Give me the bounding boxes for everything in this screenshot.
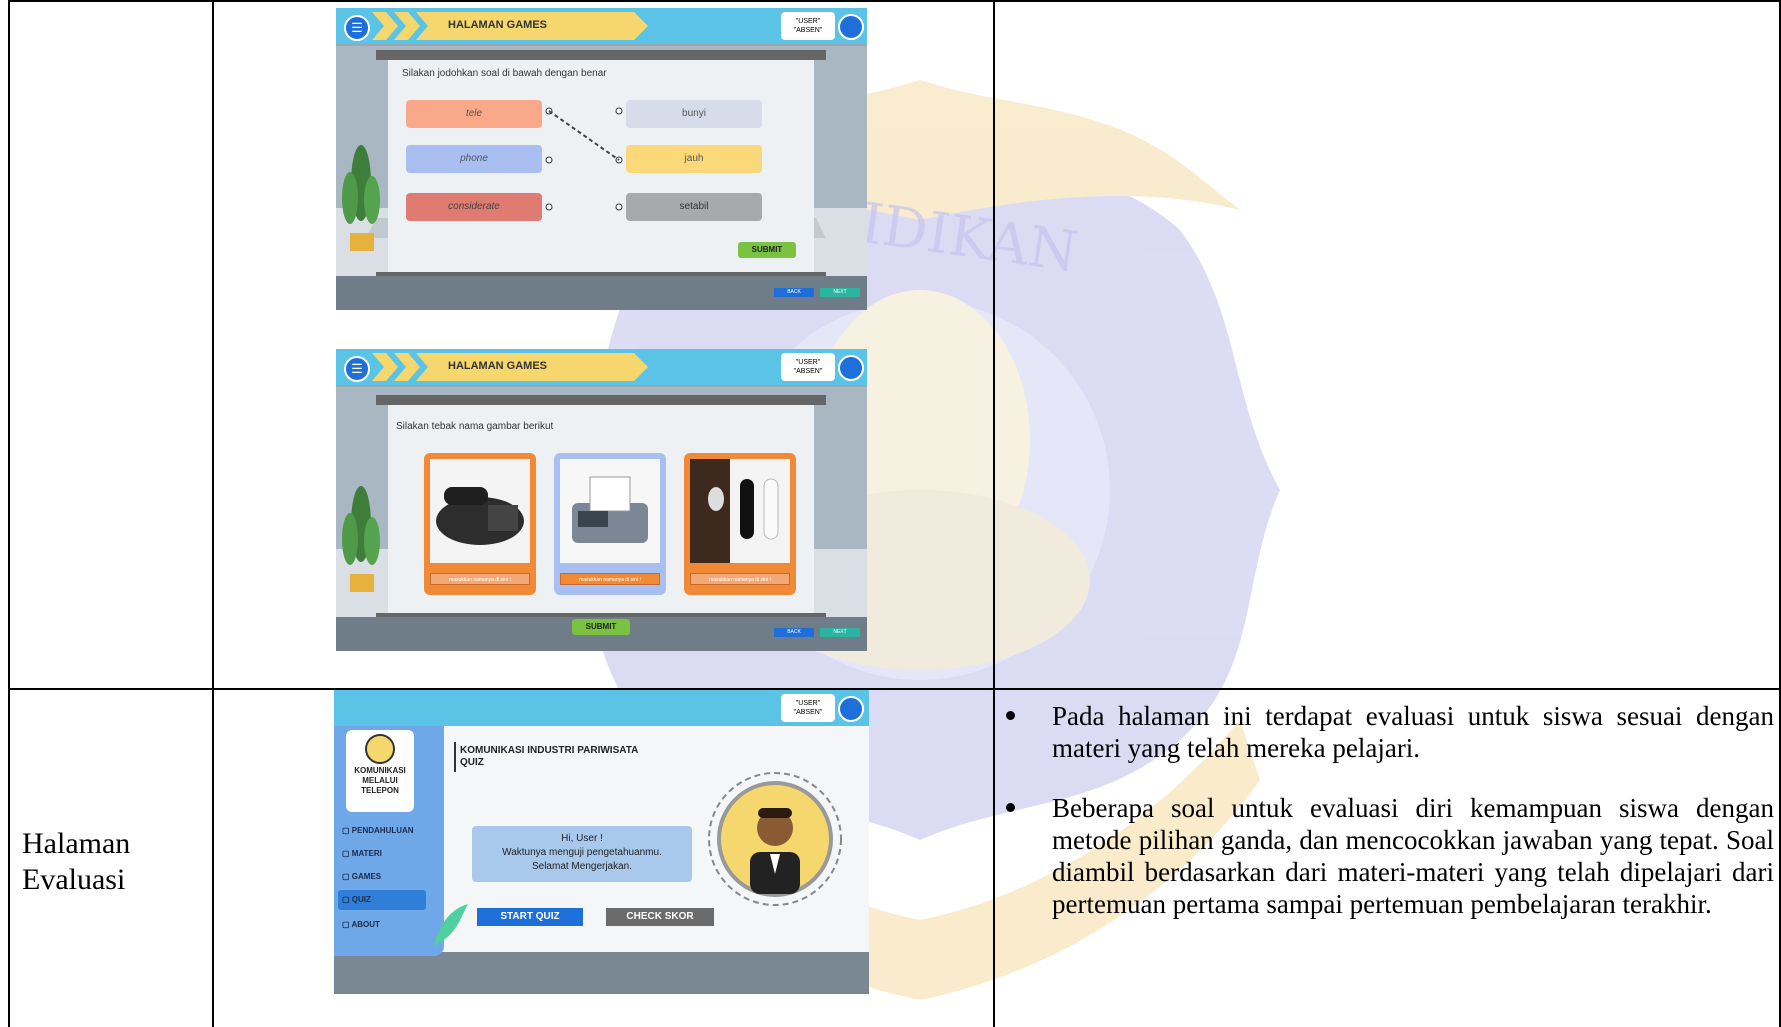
user-absen: "ABSEN" [793,709,823,716]
user-badge: "USER" "ABSEN" [781,694,835,722]
greeting-line2: Waktunya menguji pengetahuanmu. [502,847,662,858]
bullet-dot-icon [1006,803,1015,812]
row-label-line1: Halaman [22,827,131,860]
page-title-line1: KOMUNIKASI INDUSTRI PARIWISATA [460,745,639,756]
picture-card-fax: masukkan namanya di sini ! [554,453,666,595]
board-top-rail [376,395,826,405]
picture-card-desk-phone: masukkan namanya di sini ! [424,453,536,595]
next-button[interactable]: NEXT [820,628,860,637]
menu-item-quiz[interactable]: ▢ QUIZ [342,895,371,904]
user-name: "USER" [795,700,821,707]
start-quiz-button[interactable]: START QUIZ [477,908,583,926]
decorative-leaf [434,904,468,946]
menu-label: MATERI [351,849,382,858]
user-avatar-icon[interactable] [838,355,864,381]
row-label-line2: Evaluasi [22,863,126,896]
menu-icon[interactable]: ☰ [344,356,370,382]
bluetooth-headset-image [690,459,790,563]
answer-input[interactable]: masukkan namanya di sini ! [430,573,530,585]
logo-text-3: TELEPON [361,786,399,795]
answer-input[interactable]: masukkan namanya di sini ! [690,573,790,585]
games-matching-screenshot: ☰ HALAMAN GAMES "USER" "ABSEN" Silakan j… [336,8,867,310]
menu-item-pendahuluan[interactable]: ▢ PENDAHULUAN [342,826,414,835]
match-connectors [545,107,623,211]
user-avatar-icon[interactable] [838,696,864,722]
bullet-dot-icon [1006,711,1015,720]
table-border-top [8,0,1781,2]
table-divider-col2 [993,0,995,1027]
footer-bar [334,952,869,994]
board-bottom-rail [376,613,826,617]
list-item-text: Beberapa soal untuk evaluasi diri kemamp… [1052,793,1774,919]
app-logo: KOMUNIKASI MELALUI TELEPON [346,730,414,812]
menu-label: GAMES [351,872,382,881]
menu-item-materi[interactable]: ▢ MATERI [342,849,382,858]
games-guess-picture-screenshot: ☰ HALAMAN GAMES "USER" "ABSEN" Silakan t… [336,349,867,651]
page-title-line2: QUIZ [460,757,484,768]
check-skor-button[interactable]: CHECK SKOR [606,908,714,926]
table-border-left [8,0,10,1027]
menu-item-about[interactable]: ▢ ABOUT [342,920,380,929]
menu-label: QUIZ [351,895,371,904]
menu-label: PENDAHULUAN [351,826,414,835]
menu-label: ABOUT [351,920,380,929]
header-title: HALAMAN GAMES [448,360,547,372]
fax-machine-image [560,459,660,563]
submit-button[interactable]: SUBMIT [572,619,630,635]
picture-card-headset: masukkan namanya di sini ! [684,453,796,595]
logo-text-1: KOMUNIKASI [354,766,406,775]
back-button[interactable]: BACK [774,288,814,297]
title-divider [454,742,456,772]
submit-button[interactable]: SUBMIT [738,242,796,258]
user-name: "USER" [795,359,821,366]
mascot-avatar [708,772,842,906]
table-divider-col1 [212,0,214,1027]
row-label: Halaman Evaluasi [22,826,130,898]
greeting-line1: Hi, User ! [561,833,603,844]
description-list: Pada halaman ini terdapat evaluasi untuk… [1004,700,1774,948]
page-title: KOMUNIKASI INDUSTRI PARIWISATA QUIZ [460,745,638,769]
desk-phone-image [430,459,530,563]
next-button[interactable]: NEXT [820,288,860,297]
greeting-bubble: Hi, User ! Waktunya menguji pengetahuanm… [472,826,692,882]
greeting-line3: Selamat Mengerjakan. [531,861,633,872]
instruction-text: Silakan tebak nama gambar berikut [396,421,554,432]
table-row-divider [8,688,1781,690]
user-absen: "ABSEN" [793,368,823,375]
quiz-page-screenshot: "USER" "ABSEN" KOMUNIKASI MELALUI TELEPO… [334,690,869,994]
list-item: Beberapa soal untuk evaluasi diri kemamp… [1004,792,1774,920]
user-badge: "USER" "ABSEN" [781,353,835,381]
menu-item-games[interactable]: ▢ GAMES [342,872,381,881]
logo-emblem-icon [365,734,395,764]
list-item-text: Pada halaman ini terdapat evaluasi untuk… [1052,701,1774,763]
logo-text-2: MELALUI [362,776,398,785]
list-item: Pada halaman ini terdapat evaluasi untuk… [1004,700,1774,764]
back-button[interactable]: BACK [774,628,814,637]
answer-input[interactable]: masukkan namanya di sini ! [560,573,660,585]
